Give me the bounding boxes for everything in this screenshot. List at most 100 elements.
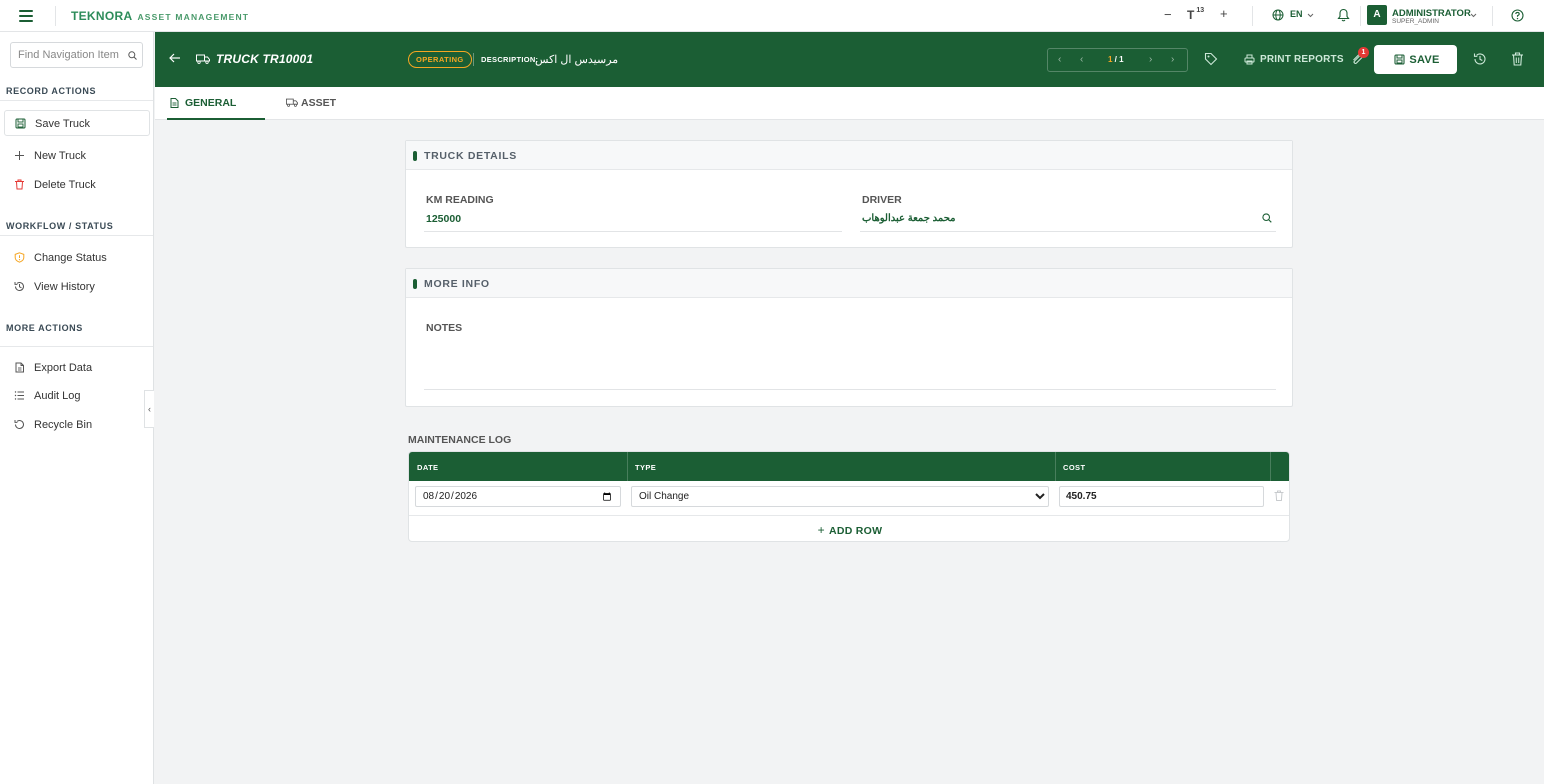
km-reading-field[interactable]: 125000 (426, 213, 461, 225)
card-title: TRUCK DETAILS (424, 150, 517, 162)
logo-text: TEKNORA (71, 9, 133, 23)
shield-alert-icon (14, 252, 25, 263)
help-icon[interactable] (1511, 9, 1524, 22)
description-label: DESCRIPTION: (481, 55, 539, 64)
save-button-label: SAVE (1409, 53, 1440, 66)
top-bar: TEKNORA ASSET MANAGEMENT − T 13 + EN A ADM… (0, 0, 1544, 32)
chevron-left-icon: ‹ (148, 404, 151, 414)
page-current: 1 (1108, 55, 1113, 64)
truck-icon (196, 54, 210, 64)
table-header: DATE TYPE COST (409, 452, 1289, 481)
truck-details-card: TRUCK DETAILS KM READING 125000 DRIVER م… (405, 140, 1293, 248)
font-size-value: 13 (1196, 7, 1205, 14)
first-page-icon[interactable]: ‹ (1058, 54, 1061, 65)
prev-page-icon[interactable]: ‹ (1080, 54, 1083, 65)
maintenance-log-title: MAINTENANCE LOG (408, 434, 512, 446)
sidebar: RECORD ACTIONS Save Truck New Truck Dele… (0, 32, 154, 784)
search-icon[interactable] (1262, 213, 1272, 223)
divider (0, 235, 153, 236)
search-icon[interactable] (128, 51, 137, 60)
column-separator (1270, 452, 1271, 481)
trash-icon (15, 179, 24, 190)
attachments-count-badge: 1 (1358, 47, 1369, 58)
add-row-button[interactable]: + ADD ROW (409, 515, 1289, 541)
notes-label: NOTES (426, 322, 463, 334)
sidebar-item-export-data[interactable]: Export Data (4, 355, 150, 381)
section-marker (413, 151, 417, 161)
tag-icon[interactable] (1204, 52, 1218, 66)
field-underline (424, 389, 1276, 390)
page-title: TRUCK TR10001 (216, 52, 314, 66)
tab-label: ASSET (301, 97, 337, 109)
tab-asset[interactable]: ASSET (283, 87, 343, 120)
km-reading-label: KM READING (426, 194, 494, 206)
sidebar-item-label: View History (34, 281, 95, 293)
tab-bar: GENERAL ASSET (155, 87, 1544, 120)
truck-icon (286, 98, 298, 107)
trash-icon[interactable] (1511, 52, 1524, 66)
sidebar-item-label: Save Truck (35, 118, 91, 130)
divider (0, 346, 153, 347)
divider (1252, 6, 1253, 26)
sidebar-item-label: Export Data (34, 362, 93, 374)
column-header-cost: COST (1063, 463, 1086, 472)
sidebar-item-save-truck[interactable]: Save Truck (4, 110, 150, 136)
tab-general[interactable]: GENERAL (167, 87, 265, 120)
divider (1492, 6, 1493, 26)
back-arrow-icon[interactable] (169, 52, 181, 64)
description-value: مرسيدس ال اكس (535, 54, 619, 66)
section-title-record-actions: RECORD ACTIONS (6, 86, 97, 96)
list-icon (14, 391, 24, 400)
logo-subtitle: ASSET MANAGEMENT (137, 12, 250, 22)
more-info-card: MORE INFO NOTES (405, 268, 1293, 407)
save-button[interactable]: SAVE (1374, 45, 1457, 74)
font-decrease-button[interactable]: − (1164, 7, 1172, 22)
section-title-workflow-status: WORKFLOW / STATUS (6, 221, 114, 231)
sidebar-item-recycle-bin[interactable]: Recycle Bin (4, 412, 150, 438)
last-page-icon[interactable]: › (1171, 54, 1174, 65)
sidebar-item-audit-log[interactable]: Audit Log (4, 383, 150, 409)
sidebar-item-view-history[interactable]: View History (4, 274, 150, 300)
sidebar-item-change-status[interactable]: Change Status (4, 245, 150, 271)
maintenance-date-input[interactable] (415, 486, 621, 507)
record-header: TRUCK TR10001 OPERATING DESCRIPTION: مرس… (155, 32, 1544, 87)
column-separator (1055, 452, 1056, 481)
delete-row-icon[interactable] (1274, 490, 1284, 501)
field-underline (860, 231, 1276, 232)
file-export-icon (15, 362, 24, 373)
driver-field[interactable]: محمد جمعة عبدالوهاب (862, 213, 956, 224)
sidebar-item-label: New Truck (34, 150, 86, 162)
document-icon (170, 98, 179, 108)
app-logo[interactable]: TEKNORA ASSET MANAGEMENT (71, 9, 249, 23)
driver-label: DRIVER (862, 194, 902, 206)
add-row-label: ADD ROW (828, 525, 883, 537)
next-page-icon[interactable]: › (1149, 54, 1152, 65)
history-icon[interactable] (1473, 52, 1487, 66)
column-header-type: TYPE (635, 463, 657, 472)
restore-icon (14, 420, 24, 430)
maintenance-log-table: DATE TYPE COST Oil Change +ADD ROW (408, 451, 1290, 542)
divider (55, 6, 56, 26)
field-underline (424, 231, 842, 232)
card-header: MORE INFO (406, 269, 1292, 298)
language-code: EN (1290, 9, 1303, 19)
divider (0, 100, 153, 101)
nav-search-input[interactable] (10, 42, 143, 68)
history-icon (14, 282, 24, 292)
hamburger-menu-icon[interactable] (19, 10, 33, 22)
sidebar-item-new-truck[interactable]: New Truck (4, 143, 150, 169)
notes-textarea[interactable] (424, 339, 1276, 389)
print-reports-label: PRINT REPORTS (1260, 54, 1344, 65)
user-role: SUPER_ADMIN (1392, 18, 1439, 25)
font-increase-button[interactable]: + (1220, 6, 1228, 21)
maintenance-cost-input[interactable] (1059, 486, 1264, 507)
tab-label: GENERAL (185, 97, 237, 109)
divider (1360, 6, 1361, 26)
maintenance-type-select[interactable]: Oil Change (631, 486, 1049, 507)
sidebar-collapse-toggle[interactable]: ‹ (144, 390, 154, 428)
record-pager: ‹ ‹ 1 / 1 › › (1047, 48, 1188, 72)
sidebar-item-delete-truck[interactable]: Delete Truck (4, 172, 150, 198)
page-total: 1 (1119, 55, 1124, 64)
bell-icon[interactable] (1337, 8, 1350, 22)
status-badge[interactable]: OPERATING (408, 51, 472, 68)
